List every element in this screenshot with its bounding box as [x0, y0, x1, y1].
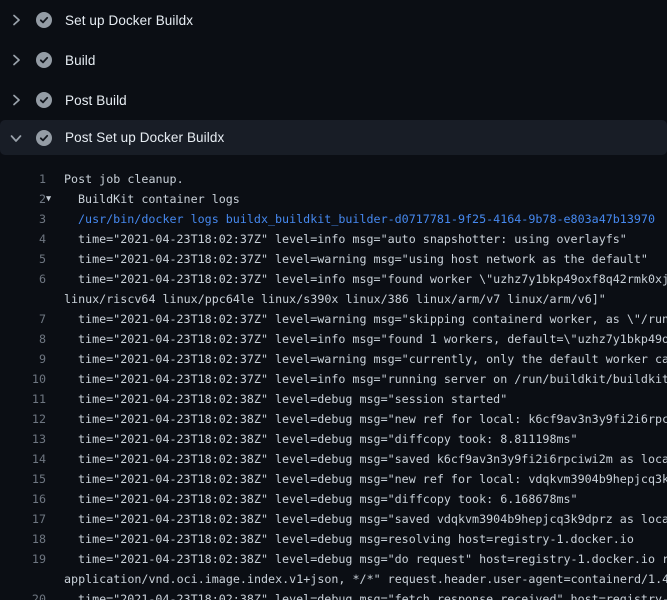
log-line: 5 time="2021-04-23T18:02:37Z" level=warn… [0, 249, 667, 269]
line-number[interactable]: 1 [0, 169, 46, 189]
actions-log-viewer: Set up Docker Buildx Build Post Build Po… [0, 0, 667, 600]
chevron-down-icon [8, 130, 24, 146]
log-line-text: time="2021-04-23T18:02:38Z" level=debug … [46, 409, 667, 429]
log-lines: 1 Post job cleanup. 2 ▼BuildKit containe… [0, 155, 667, 600]
log-line-text: Post job cleanup. [46, 169, 184, 189]
line-number[interactable]: 15 [0, 469, 46, 489]
log-line: 20 time="2021-04-23T18:02:38Z" level=deb… [0, 589, 667, 600]
log-line: 14 time="2021-04-23T18:02:38Z" level=deb… [0, 449, 667, 469]
line-number[interactable]: 13 [0, 429, 46, 449]
log-line: 15 time="2021-04-23T18:02:38Z" level=deb… [0, 469, 667, 489]
log-command-line: 3 /usr/bin/docker logs buildx_buildkit_b… [0, 209, 667, 229]
log-line: 12 time="2021-04-23T18:02:38Z" level=deb… [0, 409, 667, 429]
step-label: Post Set up Docker Buildx [65, 130, 224, 145]
log-line: 10 time="2021-04-23T18:02:37Z" level=inf… [0, 369, 667, 389]
step-label: Post Build [65, 93, 127, 108]
log-line: linux/riscv64 linux/ppc64le linux/s390x … [0, 289, 667, 309]
log-line: 4 time="2021-04-23T18:02:37Z" level=info… [0, 229, 667, 249]
log-line-text: time="2021-04-23T18:02:37Z" level=info m… [46, 329, 667, 349]
line-number[interactable]: 5 [0, 249, 46, 269]
triangle-down-icon: ▼ [46, 189, 60, 209]
line-number[interactable]: 3 [0, 209, 46, 229]
log-line-text: time="2021-04-23T18:02:37Z" level=info m… [46, 269, 667, 289]
log-line-text: time="2021-04-23T18:02:37Z" level=info m… [46, 369, 667, 389]
step-row-post-build[interactable]: Post Build [0, 80, 667, 120]
line-number[interactable]: 20 [0, 589, 46, 600]
chevron-right-icon [8, 52, 24, 68]
log-line: 17 time="2021-04-23T18:02:38Z" level=deb… [0, 509, 667, 529]
log-line-text: time="2021-04-23T18:02:38Z" level=debug … [46, 489, 578, 509]
check-circle-icon [36, 12, 52, 28]
chevron-right-icon [8, 12, 24, 28]
line-number[interactable]: 19 [0, 549, 46, 569]
log-line: 16 time="2021-04-23T18:02:38Z" level=deb… [0, 489, 667, 509]
line-number[interactable]: 4 [0, 229, 46, 249]
check-circle-icon [36, 92, 52, 108]
log-line-text: time="2021-04-23T18:02:37Z" level=info m… [46, 229, 627, 249]
line-number[interactable]: 17 [0, 509, 46, 529]
log-line-text: time="2021-04-23T18:02:38Z" level=debug … [46, 589, 667, 600]
line-number[interactable]: 2 [0, 189, 46, 209]
line-number[interactable]: 7 [0, 309, 46, 329]
log-line: 8 time="2021-04-23T18:02:37Z" level=info… [0, 329, 667, 349]
log-line: 1 Post job cleanup. [0, 169, 667, 189]
line-number[interactable]: 14 [0, 449, 46, 469]
step-row-build[interactable]: Build [0, 40, 667, 80]
step-label: Set up Docker Buildx [65, 13, 193, 28]
log-line: 6 time="2021-04-23T18:02:37Z" level=info… [0, 269, 667, 289]
log-line-text: /usr/bin/docker logs buildx_buildkit_bui… [46, 209, 655, 229]
log-line: 7 time="2021-04-23T18:02:37Z" level=warn… [0, 309, 667, 329]
log-line: 13 time="2021-04-23T18:02:38Z" level=deb… [0, 429, 667, 449]
log-line-text: time="2021-04-23T18:02:37Z" level=warnin… [46, 309, 667, 329]
line-number[interactable]: 8 [0, 329, 46, 349]
log-line-text: time="2021-04-23T18:02:38Z" level=debug … [46, 529, 634, 549]
line-number[interactable]: 10 [0, 369, 46, 389]
log-line-text: time="2021-04-23T18:02:38Z" level=debug … [46, 509, 667, 529]
step-row-set-up-docker-buildx[interactable]: Set up Docker Buildx [0, 0, 667, 40]
log-line: application/vnd.oci.image.index.v1+json,… [0, 569, 667, 589]
log-line-text: time="2021-04-23T18:02:38Z" level=debug … [46, 469, 667, 489]
log-line-text: time="2021-04-23T18:02:37Z" level=warnin… [46, 349, 667, 369]
line-number[interactable]: 16 [0, 489, 46, 509]
line-number [0, 289, 46, 309]
line-number [0, 569, 46, 589]
log-line-text: linux/riscv64 linux/ppc64le linux/s390x … [46, 289, 606, 309]
log-line-text: time="2021-04-23T18:02:38Z" level=debug … [46, 549, 667, 569]
log-line-text: time="2021-04-23T18:02:37Z" level=warnin… [46, 249, 648, 269]
check-circle-icon [36, 130, 52, 146]
log-line: 11 time="2021-04-23T18:02:38Z" level=deb… [0, 389, 667, 409]
chevron-right-icon [8, 92, 24, 108]
step-label: Build [65, 53, 96, 68]
line-number[interactable]: 9 [0, 349, 46, 369]
log-line-text: time="2021-04-23T18:02:38Z" level=debug … [46, 429, 578, 449]
log-line-text: time="2021-04-23T18:02:38Z" level=debug … [46, 449, 667, 469]
log-group-header[interactable]: 2 ▼BuildKit container logs [0, 189, 667, 209]
log-line: 18 time="2021-04-23T18:02:38Z" level=deb… [0, 529, 667, 549]
log-line: 9 time="2021-04-23T18:02:37Z" level=warn… [0, 349, 667, 369]
line-number[interactable]: 6 [0, 269, 46, 289]
log-line-text: BuildKit container logs [60, 189, 240, 209]
line-number[interactable]: 18 [0, 529, 46, 549]
log-line-text: time="2021-04-23T18:02:38Z" level=debug … [46, 389, 507, 409]
log-line-text: application/vnd.oci.image.index.v1+json,… [46, 569, 667, 589]
step-list: Set up Docker Buildx Build Post Build Po… [0, 0, 667, 155]
check-circle-icon [36, 52, 52, 68]
line-number[interactable]: 11 [0, 389, 46, 409]
step-row-post-set-up-docker-buildx[interactable]: Post Set up Docker Buildx [0, 120, 667, 155]
line-number[interactable]: 12 [0, 409, 46, 429]
log-line: 19 time="2021-04-23T18:02:38Z" level=deb… [0, 549, 667, 569]
